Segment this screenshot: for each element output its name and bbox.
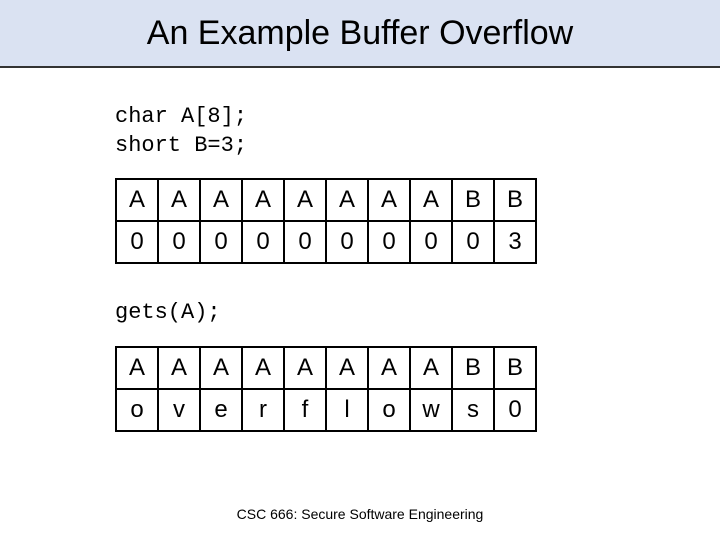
cell: A <box>116 347 158 389</box>
cell: o <box>116 389 158 431</box>
cell: A <box>116 179 158 221</box>
footer-text: CSC 666: Secure Software Engineering <box>0 506 720 522</box>
cell: 0 <box>200 221 242 263</box>
content-area: char A[8]; short B=3; A A A A A A A A B … <box>0 68 720 432</box>
table-row: A A A A A A A A B B <box>116 347 536 389</box>
cell: 0 <box>284 221 326 263</box>
page-title: An Example Buffer Overflow <box>147 14 573 53</box>
cell: 0 <box>410 221 452 263</box>
table-row: 0 0 0 0 0 0 0 0 0 3 <box>116 221 536 263</box>
table-row: o v e r f l o w s 0 <box>116 389 536 431</box>
cell: A <box>200 179 242 221</box>
cell: w <box>410 389 452 431</box>
cell: l <box>326 389 368 431</box>
cell: B <box>494 347 536 389</box>
cell: A <box>242 179 284 221</box>
code-line: short B=3; <box>115 132 720 161</box>
cell: 3 <box>494 221 536 263</box>
cell: r <box>242 389 284 431</box>
cell: A <box>326 347 368 389</box>
table-row: A A A A A A A A B B <box>116 179 536 221</box>
code-block-2: gets(A); <box>115 299 720 328</box>
cell: A <box>158 179 200 221</box>
code-line: gets(A); <box>115 299 720 328</box>
cell: o <box>368 389 410 431</box>
cell: A <box>368 347 410 389</box>
cell: A <box>242 347 284 389</box>
cell: A <box>410 179 452 221</box>
cell: 0 <box>452 221 494 263</box>
code-block-1: char A[8]; short B=3; <box>115 103 720 160</box>
cell: A <box>368 179 410 221</box>
cell: s <box>452 389 494 431</box>
memory-table-1: A A A A A A A A B B 0 0 0 0 0 0 0 0 0 3 <box>115 178 537 264</box>
cell: 0 <box>368 221 410 263</box>
cell: B <box>494 179 536 221</box>
cell: A <box>200 347 242 389</box>
code-line: char A[8]; <box>115 103 720 132</box>
memory-table-2: A A A A A A A A B B o v e r f l o w s 0 <box>115 346 537 432</box>
cell: A <box>326 179 368 221</box>
cell: A <box>284 179 326 221</box>
cell: A <box>158 347 200 389</box>
cell: 0 <box>242 221 284 263</box>
title-bar: An Example Buffer Overflow <box>0 0 720 68</box>
cell: v <box>158 389 200 431</box>
cell: A <box>410 347 452 389</box>
cell: 0 <box>326 221 368 263</box>
cell: A <box>284 347 326 389</box>
cell: 0 <box>116 221 158 263</box>
cell: e <box>200 389 242 431</box>
cell: B <box>452 347 494 389</box>
cell: 0 <box>494 389 536 431</box>
cell: B <box>452 179 494 221</box>
cell: 0 <box>158 221 200 263</box>
cell: f <box>284 389 326 431</box>
